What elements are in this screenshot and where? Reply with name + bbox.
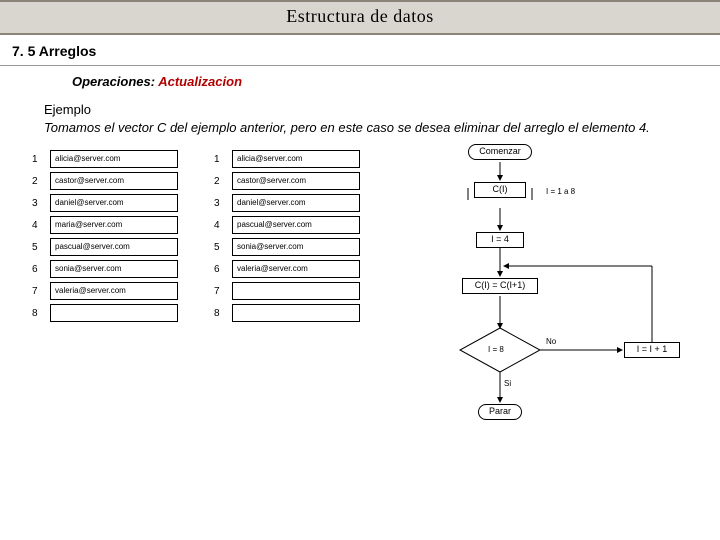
flow-yes-label: Si (504, 380, 511, 388)
row-value: castor@server.com (232, 172, 360, 190)
row-value: alicia@server.com (50, 150, 178, 168)
row-index: 1 (214, 154, 232, 165)
flow-no-label: No (546, 338, 556, 346)
row-index: 6 (32, 264, 50, 275)
row-value: pascual@server.com (232, 216, 360, 234)
row-index: 5 (214, 242, 232, 253)
row-value: maria@server.com (50, 216, 178, 234)
row-index: 5 (32, 242, 50, 253)
table-row: 8 (32, 302, 178, 324)
table-row: 2castor@server.com (32, 170, 178, 192)
flow-stop: Parar (478, 404, 522, 420)
flow-read-note: I = 1 a 8 (546, 188, 575, 196)
row-index: 7 (32, 286, 50, 297)
row-index: 7 (214, 286, 232, 297)
flow-increment: I = I + 1 (624, 342, 680, 358)
page-title-bar: Estructura de datos (0, 0, 720, 35)
row-value: daniel@server.com (232, 194, 360, 212)
array-before: 1alicia@server.com 2castor@server.com 3d… (32, 148, 178, 324)
row-index: 4 (214, 220, 232, 231)
table-row: 4pascual@server.com (214, 214, 360, 236)
flow-start: Comenzar (468, 144, 532, 160)
table-row: 4maria@server.com (32, 214, 178, 236)
flow-read: C(I) (474, 182, 526, 198)
table-row: 7valeria@server.com (32, 280, 178, 302)
content-area: 1alicia@server.com 2castor@server.com 3d… (0, 140, 720, 500)
table-row: 5sonia@server.com (214, 236, 360, 258)
operations-highlight: Actualizacion (158, 74, 242, 89)
table-row: 6sonia@server.com (32, 258, 178, 280)
row-value: valeria@server.com (232, 260, 360, 278)
row-index: 1 (32, 154, 50, 165)
table-row: 1alicia@server.com (32, 148, 178, 170)
operations-label: Operaciones: (72, 74, 158, 89)
row-index: 4 (32, 220, 50, 231)
row-value (232, 282, 360, 300)
row-value: sonia@server.com (50, 260, 178, 278)
row-index: 8 (214, 308, 232, 319)
table-row: 1alicia@server.com (214, 148, 360, 170)
row-value: alicia@server.com (232, 150, 360, 168)
section-number: 7. 5 Arreglos (12, 43, 96, 59)
row-index: 8 (32, 308, 50, 319)
row-value (50, 304, 178, 322)
section-heading: 7. 5 Arreglos (0, 35, 720, 66)
row-index: 2 (32, 176, 50, 187)
row-index: 2 (214, 176, 232, 187)
table-row: 7 (214, 280, 360, 302)
row-index: 3 (214, 198, 232, 209)
table-row: 5pascual@server.com (32, 236, 178, 258)
flow-shift: C(I) = C(I+1) (462, 278, 538, 294)
flow-init: I = 4 (476, 232, 524, 248)
table-row: 3daniel@server.com (32, 192, 178, 214)
row-value: pascual@server.com (50, 238, 178, 256)
page-title: Estructura de datos (286, 6, 433, 26)
row-value: castor@server.com (50, 172, 178, 190)
example-block: Ejemplo Tomamos el vector C del ejemplo … (0, 91, 720, 136)
operations-subheading: Operaciones: Actualizacion (0, 66, 720, 91)
row-value (232, 304, 360, 322)
example-body: Tomamos el vector C del ejemplo anterior… (44, 120, 650, 135)
row-value: valeria@server.com (50, 282, 178, 300)
array-after: 1alicia@server.com 2castor@server.com 3d… (214, 148, 360, 324)
table-row: 2castor@server.com (214, 170, 360, 192)
row-value: sonia@server.com (232, 238, 360, 256)
flowchart: Comenzar C(I) I = 1 a 8 I = 4 C(I) = C(I… (390, 140, 710, 490)
table-row: 8 (214, 302, 360, 324)
table-row: 3daniel@server.com (214, 192, 360, 214)
row-index: 6 (214, 264, 232, 275)
row-value: daniel@server.com (50, 194, 178, 212)
table-row: 6valeria@server.com (214, 258, 360, 280)
example-heading: Ejemplo (44, 101, 700, 119)
flow-decision-label: I = 8 (488, 346, 504, 354)
row-index: 3 (32, 198, 50, 209)
